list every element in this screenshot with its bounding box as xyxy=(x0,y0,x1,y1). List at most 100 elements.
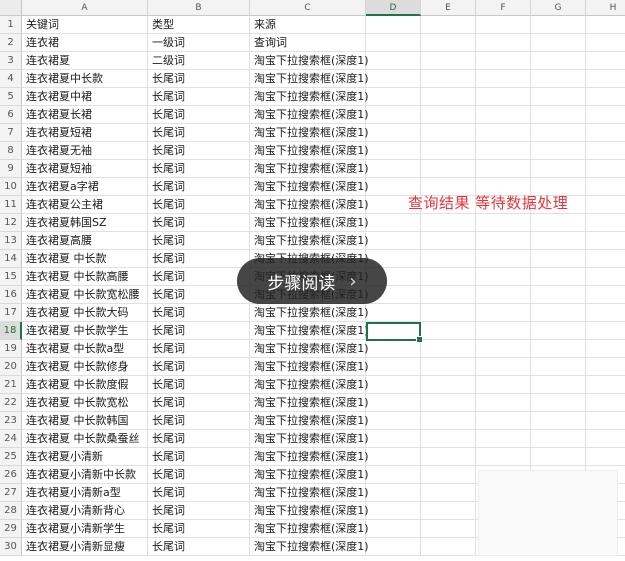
cell-d13[interactable] xyxy=(366,232,421,250)
cell-h24[interactable] xyxy=(586,430,625,448)
cell-g22[interactable] xyxy=(531,394,586,412)
row-header[interactable]: 13 xyxy=(0,232,22,250)
cell-h1[interactable] xyxy=(586,16,625,34)
cell-f5[interactable] xyxy=(476,88,531,106)
cell-h4[interactable] xyxy=(586,70,625,88)
cell-b4[interactable]: 长尾词 xyxy=(148,70,250,88)
cell-f7[interactable] xyxy=(476,124,531,142)
cell-g8[interactable] xyxy=(531,142,586,160)
cell-f8[interactable] xyxy=(476,142,531,160)
row-header[interactable]: 10 xyxy=(0,178,22,196)
cell-a7[interactable]: 连衣裙夏短裙 xyxy=(22,124,148,142)
cell-h7[interactable] xyxy=(586,124,625,142)
cell-a19[interactable]: 连衣裙夏 中长款a型 xyxy=(22,340,148,358)
cell-b18[interactable]: 长尾词 xyxy=(148,322,250,340)
cell-c3[interactable]: 淘宝下拉搜索框(深度1) xyxy=(250,52,369,70)
cell-g9[interactable] xyxy=(531,160,586,178)
cell-e8[interactable] xyxy=(421,142,476,160)
row-header[interactable]: 11 xyxy=(0,196,22,214)
column-header-f[interactable]: F xyxy=(476,0,531,16)
cell-h14[interactable] xyxy=(586,250,625,268)
cell-c13[interactable]: 淘宝下拉搜索框(深度1) xyxy=(250,232,369,250)
cell-d17[interactable] xyxy=(366,304,421,322)
cell-g23[interactable] xyxy=(531,412,586,430)
cell-e25[interactable] xyxy=(421,448,476,466)
cell-d5[interactable] xyxy=(366,88,421,106)
cell-c24[interactable]: 淘宝下拉搜索框(深度1) xyxy=(250,430,369,448)
cell-e17[interactable] xyxy=(421,304,476,322)
cell-a10[interactable]: 连衣裙夏a字裙 xyxy=(22,178,148,196)
row-header[interactable]: 28 xyxy=(0,502,22,520)
cell-a29[interactable]: 连衣裙夏小清新学生 xyxy=(22,520,148,538)
cell-e29[interactable] xyxy=(421,520,476,538)
cell-e22[interactable] xyxy=(421,394,476,412)
cell-e9[interactable] xyxy=(421,160,476,178)
cell-e26[interactable] xyxy=(421,466,476,484)
cell-h9[interactable] xyxy=(586,160,625,178)
cell-a13[interactable]: 连衣裙夏高腰 xyxy=(22,232,148,250)
cell-e12[interactable] xyxy=(421,214,476,232)
cell-f1[interactable] xyxy=(476,16,531,34)
cell-f3[interactable] xyxy=(476,52,531,70)
cell-h12[interactable] xyxy=(586,214,625,232)
column-header-d[interactable]: D xyxy=(366,0,421,16)
cell-b2[interactable]: 一级词 xyxy=(148,34,250,52)
row-header[interactable]: 9 xyxy=(0,160,22,178)
cell-a20[interactable]: 连衣裙夏 中长款修身 xyxy=(22,358,148,376)
cell-f14[interactable] xyxy=(476,250,531,268)
cell-b10[interactable]: 长尾词 xyxy=(148,178,250,196)
cell-c6[interactable]: 淘宝下拉搜索框(深度1) xyxy=(250,106,369,124)
row-header[interactable]: 3 xyxy=(0,52,22,70)
cell-h6[interactable] xyxy=(586,106,625,124)
row-header[interactable]: 18 xyxy=(0,322,22,340)
row-header[interactable]: 29 xyxy=(0,520,22,538)
cell-e18[interactable] xyxy=(421,322,476,340)
cell-f21[interactable] xyxy=(476,376,531,394)
cell-f2[interactable] xyxy=(476,34,531,52)
cell-h11[interactable] xyxy=(586,196,625,214)
column-header-b[interactable]: B xyxy=(148,0,250,16)
row-header[interactable]: 6 xyxy=(0,106,22,124)
cell-e15[interactable] xyxy=(421,268,476,286)
cell-e19[interactable] xyxy=(421,340,476,358)
cell-c30[interactable]: 淘宝下拉搜索框(深度1) xyxy=(250,538,369,556)
cell-h13[interactable] xyxy=(586,232,625,250)
cell-b13[interactable]: 长尾词 xyxy=(148,232,250,250)
cell-e2[interactable] xyxy=(421,34,476,52)
cell-d30[interactable] xyxy=(366,538,421,556)
cell-h25[interactable] xyxy=(586,448,625,466)
cell-d23[interactable] xyxy=(366,412,421,430)
cell-e24[interactable] xyxy=(421,430,476,448)
cell-f18[interactable] xyxy=(476,322,531,340)
cell-e30[interactable] xyxy=(421,538,476,556)
cell-a5[interactable]: 连衣裙夏中裙 xyxy=(22,88,148,106)
cell-c27[interactable]: 淘宝下拉搜索框(深度1) xyxy=(250,484,369,502)
cell-c8[interactable]: 淘宝下拉搜索框(深度1) xyxy=(250,142,369,160)
cell-e20[interactable] xyxy=(421,358,476,376)
cell-b28[interactable]: 长尾词 xyxy=(148,502,250,520)
cell-d8[interactable] xyxy=(366,142,421,160)
cell-d22[interactable] xyxy=(366,394,421,412)
column-header-a[interactable]: A xyxy=(22,0,148,16)
cell-a27[interactable]: 连衣裙夏小清新a型 xyxy=(22,484,148,502)
cell-c7[interactable]: 淘宝下拉搜索框(深度1) xyxy=(250,124,369,142)
row-header[interactable]: 17 xyxy=(0,304,22,322)
cell-b27[interactable]: 长尾词 xyxy=(148,484,250,502)
cell-f25[interactable] xyxy=(476,448,531,466)
cell-c21[interactable]: 淘宝下拉搜索框(深度1) xyxy=(250,376,369,394)
row-header[interactable]: 19 xyxy=(0,340,22,358)
cell-f15[interactable] xyxy=(476,268,531,286)
cell-f24[interactable] xyxy=(476,430,531,448)
cell-h17[interactable] xyxy=(586,304,625,322)
cell-h20[interactable] xyxy=(586,358,625,376)
cell-a21[interactable]: 连衣裙夏 中长款度假 xyxy=(22,376,148,394)
selected-cell-d18[interactable] xyxy=(366,322,423,343)
cell-a8[interactable]: 连衣裙夏无袖 xyxy=(22,142,148,160)
cell-b8[interactable]: 长尾词 xyxy=(148,142,250,160)
cell-a16[interactable]: 连衣裙夏 中长款宽松腰 xyxy=(22,286,148,304)
cell-b23[interactable]: 长尾词 xyxy=(148,412,250,430)
cell-b16[interactable]: 长尾词 xyxy=(148,286,250,304)
cell-g21[interactable] xyxy=(531,376,586,394)
cell-a11[interactable]: 连衣裙夏公主裙 xyxy=(22,196,148,214)
row-header[interactable]: 7 xyxy=(0,124,22,142)
